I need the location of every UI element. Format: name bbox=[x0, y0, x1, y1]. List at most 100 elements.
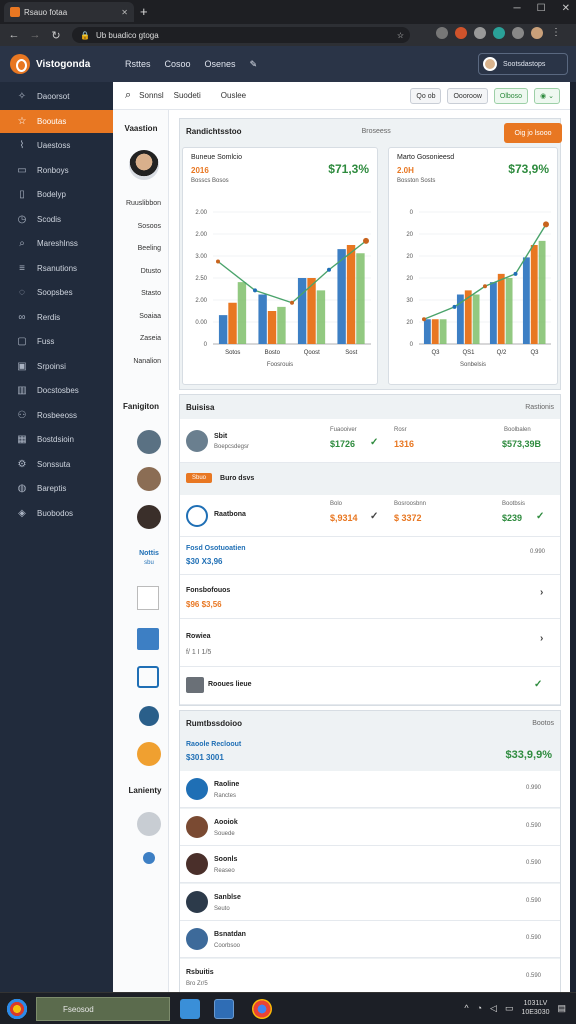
summary-row[interactable]: Bsnatdan Coorbsoo 0.590 bbox=[180, 921, 560, 958]
extension-icon[interactable] bbox=[436, 27, 448, 39]
toggle-button[interactable]: ◉ ⌄ bbox=[534, 88, 560, 104]
app-icon[interactable] bbox=[137, 628, 159, 650]
sidebar-item[interactable]: ≡ Rsanutions bbox=[0, 257, 113, 280]
menu-icon[interactable]: ⋮ bbox=[550, 27, 562, 39]
extension-icon[interactable] bbox=[455, 27, 467, 39]
left-column-item[interactable]: Stasto bbox=[113, 290, 161, 297]
action-button[interactable]: Oig jo lsooo bbox=[504, 123, 562, 143]
toolbar-link[interactable]: Sonnsl bbox=[139, 91, 163, 100]
left-column-item[interactable]: Beeling bbox=[113, 245, 161, 252]
panel-title: Randichtsstoo bbox=[186, 126, 242, 136]
taskbar-search[interactable]: Fseosod bbox=[36, 997, 170, 1021]
left-column-item[interactable]: Dtusto bbox=[113, 268, 161, 275]
chevron-right-icon[interactable]: › bbox=[540, 587, 543, 598]
start-button[interactable] bbox=[6, 998, 28, 1020]
edit-icon[interactable]: ✎ bbox=[250, 59, 258, 70]
avatar[interactable] bbox=[139, 706, 159, 726]
reload-icon[interactable]: ↻ bbox=[49, 29, 63, 42]
sidebar-item[interactable]: ▯ Bodelyp bbox=[0, 183, 113, 206]
left-column-item[interactable]: Sosoos bbox=[113, 223, 161, 230]
chevron-down-icon[interactable]: ✓ bbox=[370, 511, 378, 522]
app-icon[interactable] bbox=[137, 742, 161, 766]
calendar-icon[interactable] bbox=[137, 666, 159, 688]
avatar[interactable] bbox=[137, 467, 161, 491]
book-icon: ▥ bbox=[17, 385, 27, 396]
extension-icon[interactable] bbox=[474, 27, 486, 39]
back-icon[interactable]: ← bbox=[7, 29, 21, 41]
sidebar-item[interactable]: ☆ Booutas bbox=[0, 109, 113, 133]
notification-icon[interactable]: ▤ bbox=[557, 1003, 566, 1014]
chrome-icon[interactable] bbox=[252, 999, 272, 1019]
list-item[interactable]: Fosd Osotuoatien $30 X3,96 0.990 bbox=[180, 537, 560, 575]
extension-icon[interactable] bbox=[493, 27, 505, 39]
close-tab-icon[interactable]: ✕ bbox=[121, 8, 128, 17]
left-column-item[interactable]: Nanalion bbox=[113, 358, 161, 365]
profile-avatar[interactable] bbox=[129, 150, 159, 180]
maximize-icon[interactable]: ☐ bbox=[537, 3, 546, 14]
url-field[interactable]: 🔒 Ub buadico gtoga ☆ bbox=[72, 27, 410, 43]
left-column-item[interactable]: Ruuslibbon bbox=[113, 200, 161, 207]
clock[interactable]: 1031LV 10E3030 bbox=[521, 999, 549, 1017]
sidebar-item[interactable]: ⌇ Uaestoss bbox=[0, 134, 113, 157]
battery-icon[interactable]: ▭ bbox=[505, 1003, 514, 1014]
toolbar-link[interactable]: Suodeti bbox=[174, 91, 201, 100]
summary-row[interactable]: Raoline Ranctes 0.990 bbox=[180, 771, 560, 808]
document-icon[interactable] bbox=[137, 586, 159, 610]
sidebar-item[interactable]: ◍ Bareptis bbox=[0, 477, 113, 500]
left-column-item[interactable]: Soaiaa bbox=[113, 313, 161, 320]
close-window-icon[interactable]: ✕ bbox=[562, 3, 570, 14]
x-tick-label: Sost bbox=[345, 350, 357, 356]
sidebar-item[interactable]: ▭ Ronboys bbox=[0, 159, 113, 182]
bookmark-star-icon[interactable]: ☆ bbox=[397, 31, 404, 40]
extension-icon[interactable] bbox=[512, 27, 524, 39]
status-button[interactable]: Olboso bbox=[493, 88, 529, 104]
summary-row[interactable]: Soonls Reaseo 0.590 bbox=[180, 846, 560, 883]
summary-row[interactable]: Rsbuitis Bro Zr/5 0.590 bbox=[180, 958, 560, 996]
dot-icon[interactable] bbox=[143, 852, 155, 864]
sidebar-item[interactable]: ▣ Srpoinsi bbox=[0, 355, 113, 378]
sidebar-item[interactable]: ⚙ Sonssuta bbox=[0, 453, 113, 476]
toolbar-link[interactable]: Ouslee bbox=[221, 91, 246, 100]
new-tab-icon[interactable]: + bbox=[140, 4, 148, 19]
search-icon[interactable]: ⌕ bbox=[125, 89, 131, 102]
summary-row[interactable]: Aooiok Souede 0.590 bbox=[180, 808, 560, 846]
summary-row[interactable]: Sanblse Seuto 0.590 bbox=[180, 883, 560, 921]
sidebar-item[interactable]: ▢ Fuss bbox=[0, 330, 113, 353]
store-icon[interactable] bbox=[214, 999, 234, 1019]
filter-button[interactable]: Qo ob bbox=[410, 88, 442, 104]
profile-avatar[interactable] bbox=[531, 27, 543, 39]
sidebar-item[interactable]: ✧ Daoorsot bbox=[0, 85, 113, 108]
list-item[interactable]: Rowiea f/ 1 I 1/5 › bbox=[180, 619, 560, 667]
sidebar-item[interactable]: ▥ Docstosbes bbox=[0, 379, 113, 402]
wifi-icon[interactable]: ◔ bbox=[477, 1003, 482, 1013]
list-item[interactable]: Fonsbofouos $96 $3,56 › bbox=[180, 575, 560, 619]
avatar[interactable] bbox=[137, 505, 161, 529]
header-nav-item[interactable]: Cosoo bbox=[165, 59, 191, 70]
chevron-right-icon[interactable]: › bbox=[540, 633, 543, 644]
user-menu[interactable]: Sootsdastops bbox=[478, 53, 568, 75]
browser-tab[interactable]: Rsauo fotaa ✕ bbox=[4, 2, 134, 22]
sidebar-item[interactable]: ⚇ Rosbeeoss bbox=[0, 404, 113, 427]
sidebar-item[interactable]: ⌕ Mareshlnss bbox=[0, 232, 113, 255]
sidebar-item[interactable]: ∞ Rerdis bbox=[0, 306, 113, 329]
header-nav-item[interactable]: Rsttes bbox=[125, 59, 151, 70]
item-name: Sanblse bbox=[214, 893, 241, 901]
list-item[interactable]: Rooues lieue ✓ bbox=[180, 667, 560, 705]
list-item[interactable]: Sbit Boepcsdegsr Fuaooiver $1726 ✓ Rosr … bbox=[180, 419, 560, 463]
left-column-item[interactable]: Zaseia bbox=[113, 335, 161, 342]
file-explorer-icon[interactable] bbox=[180, 999, 200, 1019]
sort-dropdown[interactable]: Oooroow bbox=[447, 88, 488, 104]
forward-icon[interactable]: → bbox=[28, 29, 42, 41]
sidebar-item[interactable]: ◈ Buobodos bbox=[0, 502, 113, 525]
chevron-up-icon[interactable]: ^ bbox=[464, 1003, 468, 1013]
header-nav-item[interactable]: Osenes bbox=[205, 59, 236, 70]
sidebar-item[interactable]: ▦ Bostdsioin bbox=[0, 428, 113, 451]
sidebar-item[interactable]: ◷ Scodis bbox=[0, 208, 113, 231]
sidebar-item[interactable]: ◌ Soopsbes bbox=[0, 281, 113, 304]
add-icon[interactable] bbox=[137, 812, 161, 836]
volume-icon[interactable]: ◁ bbox=[490, 1003, 497, 1014]
avatar[interactable] bbox=[137, 430, 161, 454]
minimize-icon[interactable]: ─ bbox=[514, 3, 521, 14]
x-tick-label: Bosto bbox=[265, 350, 281, 356]
list-item[interactable]: Raatbona Bolo $,9314 ✓ Bosroosbnn $ 3372… bbox=[180, 495, 560, 537]
